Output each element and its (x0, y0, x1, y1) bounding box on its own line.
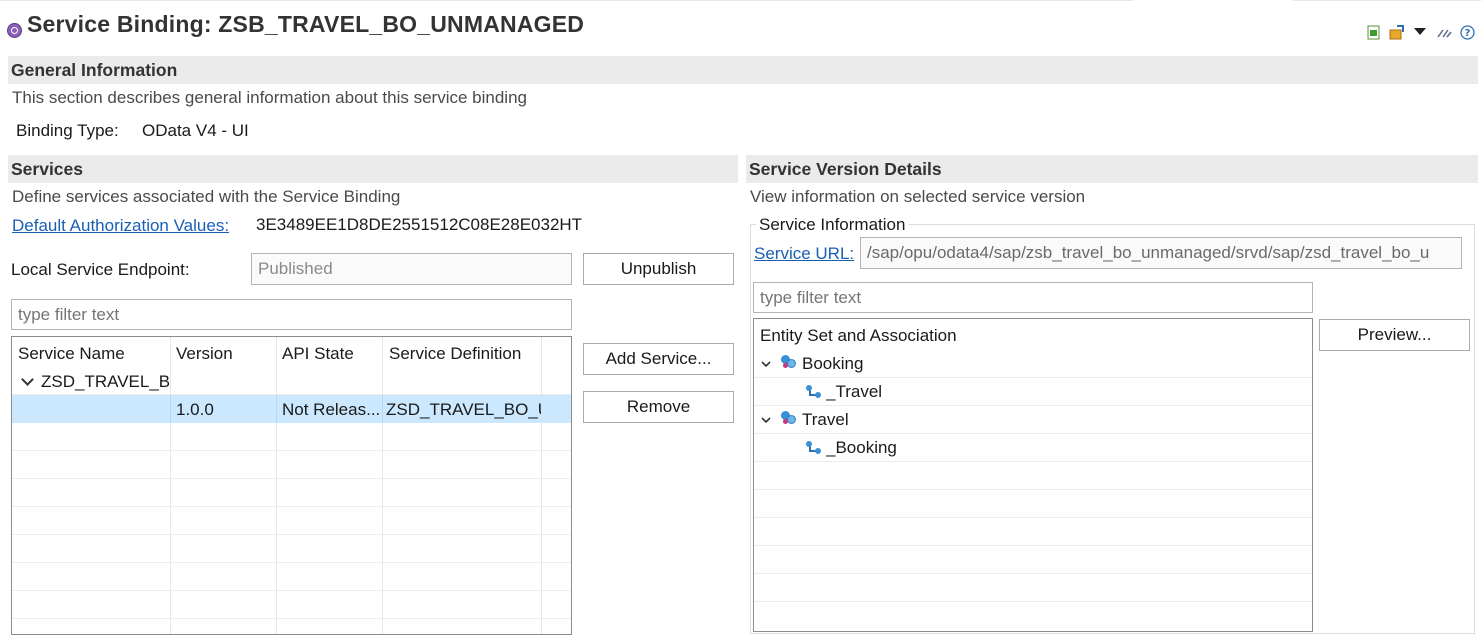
entity-filter-input[interactable] (753, 282, 1313, 313)
row-divider (754, 489, 1312, 490)
row-divider (12, 562, 571, 563)
svg-text:?: ? (1464, 28, 1470, 39)
column-header-service-definition[interactable]: Service Definition (389, 344, 521, 364)
table-row-selected[interactable]: 1.0.0 Not Releas... ZSD_TRAVEL_BO_UI (12, 395, 571, 423)
tree-item-label: Travel (802, 410, 849, 429)
services-header: Services (8, 155, 738, 183)
row-divider (754, 405, 1312, 406)
entity-set-icon (781, 410, 797, 426)
service-binding-icon (7, 23, 22, 38)
table-row[interactable]: ZSD_TRAVEL_BO (12, 367, 571, 395)
service-name-cell: ZSD_TRAVEL_BO (41, 372, 169, 391)
local-endpoint-label: Local Service Endpoint: (11, 260, 190, 279)
row-divider (754, 573, 1312, 574)
editor-top-border (0, 0, 1133, 1)
row-divider (12, 590, 571, 591)
row-divider (754, 517, 1312, 518)
unpublish-button[interactable]: Unpublish (583, 253, 734, 285)
row-divider (12, 534, 571, 535)
service-url-link[interactable]: Service URL: (754, 244, 854, 264)
column-divider (276, 395, 277, 423)
entity-set-icon (781, 354, 797, 370)
tree-item-travel-association[interactable]: _Travel (754, 379, 1312, 405)
publish-icon[interactable] (1389, 24, 1405, 40)
chevron-down-icon[interactable] (760, 411, 772, 424)
preview-button[interactable]: Preview... (1319, 319, 1470, 351)
association-icon (806, 385, 821, 399)
help-icon[interactable]: ? (1459, 24, 1475, 40)
services-table[interactable]: Service Name Version API State Service D… (11, 336, 572, 635)
service-definition-cell: ZSD_TRAVEL_BO_UI (386, 400, 541, 419)
services-filter-input[interactable] (11, 299, 572, 330)
local-endpoint-field: Published (251, 253, 572, 285)
api-state-cell: Not Releas... (282, 400, 380, 419)
tree-item-booking[interactable]: Booking (754, 351, 1312, 377)
row-divider (12, 478, 571, 479)
binding-type-label: Binding Type: (16, 121, 119, 140)
row-divider (754, 461, 1312, 462)
row-divider (754, 377, 1312, 378)
row-divider (12, 506, 571, 507)
tree-item-label: Booking (802, 354, 864, 373)
column-header-version[interactable]: Version (176, 344, 233, 364)
tree-item-label: _Booking (826, 438, 897, 457)
tree-item-travel[interactable]: Travel (754, 407, 1312, 433)
link-icon[interactable] (1436, 24, 1452, 40)
service-version-description: View information on selected service ver… (750, 187, 1086, 206)
general-description: This section describes general informati… (12, 88, 527, 107)
column-divider (382, 395, 383, 423)
row-divider (754, 433, 1312, 434)
authorization-value: 3E3489EE1D8DE2551512C08E28E032HT (256, 215, 583, 234)
dropdown-icon[interactable] (1412, 24, 1428, 40)
tree-item-booking-association[interactable]: _Booking (754, 435, 1312, 461)
export-icon[interactable] (1366, 24, 1382, 40)
column-header-api-state[interactable]: API State (282, 344, 354, 364)
services-description: Define services associated with the Serv… (12, 187, 401, 206)
entity-tree[interactable]: Entity Set and Association Booking _Trav… (753, 318, 1313, 632)
general-information-header: General Information (8, 56, 1478, 84)
add-service-button[interactable]: Add Service... (583, 343, 734, 375)
remove-button[interactable]: Remove (583, 391, 734, 423)
tree-item-label: _Travel (826, 382, 883, 401)
version-cell: 1.0.0 (176, 400, 214, 419)
row-divider (12, 450, 571, 451)
column-header-service-name[interactable]: Service Name (18, 344, 125, 364)
default-authorization-link[interactable]: Default Authorization Values: (12, 216, 229, 236)
service-information-title: Service Information (756, 215, 909, 235)
tree-column-header: Entity Set and Association (760, 326, 957, 345)
chevron-down-icon[interactable] (21, 373, 34, 386)
page-title: Service Binding: ZSB_TRAVEL_BO_UNMANAGED (27, 11, 585, 37)
service-url-field: /sap/opu/odata4/sap/zsb_travel_bo_unmana… (860, 237, 1462, 269)
service-version-details-header: Service Version Details (746, 155, 1478, 183)
editor-top-border-right (1293, 0, 1481, 1)
binding-type-value: OData V4 - UI (142, 121, 249, 140)
row-divider (754, 601, 1312, 602)
association-icon (806, 441, 821, 455)
row-divider (12, 618, 571, 619)
row-divider (754, 545, 1312, 546)
chevron-down-icon[interactable] (760, 355, 772, 368)
column-divider (170, 395, 171, 423)
